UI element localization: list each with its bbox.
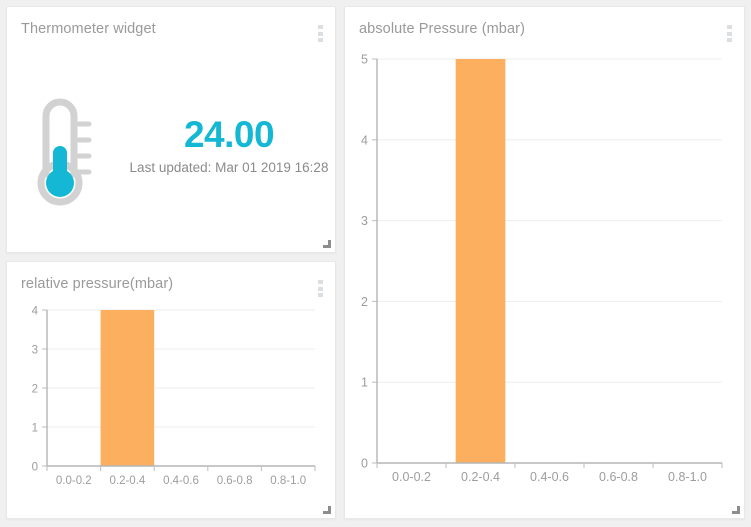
absolute-pressure-chart[interactable]: 0 1 2 3 4 5 0.0-0.2 0.2-0.4 0.4-0.6 0.6-0.8 0.8-1.… [345,47,744,509]
thermometer-readout: 24.00 Last updated: Mar 01 2019 16:28 [127,113,337,176]
card-title-absolute-pressure: absolute Pressure (mbar) [359,21,525,37]
y-tick-label: 3 [361,214,368,228]
x-tick-label: 0.6-0.8 [599,470,638,484]
relative-pressure-card[interactable]: relative pressure(mbar) 0 1 2 3 4 0.0-0.2 0.2-… [6,261,336,519]
thermometer-body: 24.00 Last updated: Mar 01 2019 16:28 [7,53,337,238]
resize-handle-icon[interactable] [322,505,331,514]
temperature-value: 24.00 [183,113,275,155]
y-tick-label: 4 [361,133,368,147]
card-title-thermometer: Thermometer widget [21,21,156,37]
x-tick-label: 0.0-0.2 [392,470,431,484]
kebab-dot [727,38,732,42]
relative-pressure-chart[interactable]: 0 1 2 3 4 0.0-0.2 0.2-0.4 0.4-0.6 0.6-0.8 0.8-1.0 [7,300,335,500]
thermometer-icon [37,98,92,205]
kebab-menu-icon[interactable] [318,25,323,42]
x-tick-label: 0.2-0.4 [461,470,500,484]
kebab-menu-icon[interactable] [318,280,323,297]
kebab-dot [727,31,732,36]
kebab-dot [318,286,323,291]
kebab-dot [318,293,323,297]
x-tick-label: 0.2-0.4 [109,475,145,487]
bar[interactable] [455,59,506,463]
thermometer-icon-wrap [7,86,127,206]
y-tick-label: 5 [361,53,368,67]
resize-handle-icon[interactable] [731,505,740,514]
kebab-dot [727,25,732,29]
y-tick-label: 1 [32,423,38,435]
y-tick-label: 2 [32,384,38,396]
x-tick-label: 0.6-0.8 [217,475,253,487]
x-tick-label: 0.8-1.0 [270,475,306,487]
x-tick-label: 0.4-0.6 [163,475,199,487]
kebab-dot [318,280,323,284]
y-tick-label: 0 [361,457,368,471]
kebab-dot [318,31,323,36]
x-tick-label: 0.4-0.6 [530,470,569,484]
kebab-dot [318,25,323,29]
bar[interactable] [100,310,155,466]
dashboard-canvas: Thermometer widget 24.00 Last updated: M… [0,0,751,527]
y-tick-label: 1 [361,376,368,390]
kebab-dot [318,38,323,42]
x-tick-label: 0.0-0.2 [56,475,92,487]
x-tick-label: 0.8-1.0 [668,470,707,484]
y-tick-label: 0 [32,462,38,474]
y-tick-label: 2 [361,295,368,309]
kebab-menu-icon[interactable] [727,25,732,42]
y-tick-label: 3 [32,345,38,357]
thermometer-widget-card[interactable]: Thermometer widget 24.00 Last updated: M… [6,6,336,253]
resize-handle-icon[interactable] [322,239,331,248]
y-tick-label: 4 [32,306,39,318]
card-title-relative-pressure: relative pressure(mbar) [21,276,174,292]
absolute-pressure-card[interactable]: absolute Pressure (mbar) 0 1 2 3 4 5 0.0-0.2 0.… [344,6,745,519]
last-updated-text: Last updated: Mar 01 2019 16:28 [129,160,329,176]
